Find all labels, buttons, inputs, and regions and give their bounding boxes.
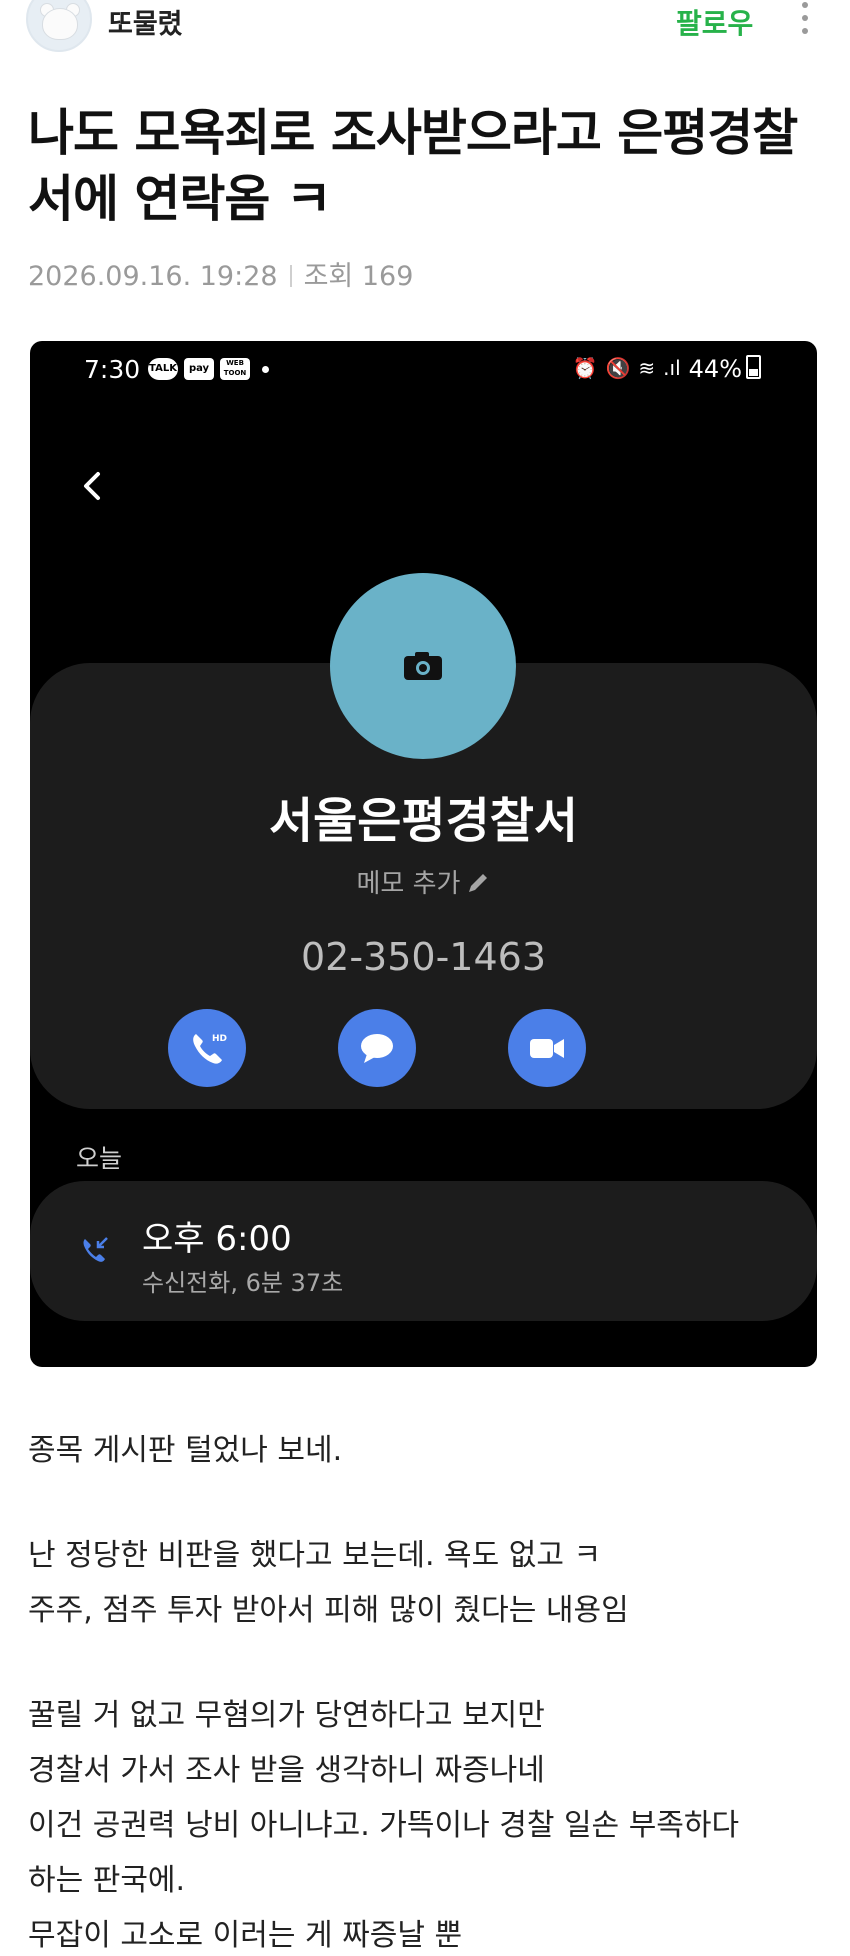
body-line-9: 하는 판국에.	[28, 1863, 186, 1898]
body-line-8: 이건 공권력 낭비 아니냐고. 가뜩이나 경찰 일손 부족하다	[28, 1808, 740, 1843]
add-memo-button[interactable]: 메모 추가	[30, 863, 817, 900]
history-section-label: 오늘	[76, 1144, 123, 1173]
contact-name: 서울은평경찰서	[268, 793, 579, 849]
alarm-icon: ⏰	[572, 356, 598, 380]
back-icon[interactable]	[76, 469, 110, 503]
webtoon-icon: WEB TOON	[220, 358, 250, 380]
battery-icon	[746, 355, 761, 379]
message-icon	[361, 1034, 393, 1063]
call-history-item[interactable]: 오후 6:00 수신전화, 6분 37초	[30, 1181, 817, 1321]
body-line-6: 꿀릴 거 없고 무혐의가 당연하다고 보지만	[28, 1698, 545, 1733]
video-call-button[interactable]	[508, 1009, 586, 1087]
body-line-3: 난 정당한 비판을 했다고 보는데. 욕도 없고 ㅋ	[28, 1538, 602, 1573]
camera-icon	[404, 652, 442, 680]
pay-icon: pay	[184, 358, 214, 380]
phone-number: 02-350-1463	[300, 935, 546, 979]
follow-button[interactable]: 팔로우	[676, 2, 753, 42]
post-meta: 2026.09.16. 19:28 조회 169	[28, 254, 413, 293]
hd-voice-call-button[interactable]: HD	[168, 1009, 246, 1087]
kakaotalk-icon: TALK	[148, 358, 178, 380]
meta-divider	[289, 265, 292, 287]
video-call-icon	[530, 1039, 564, 1058]
body-line-1: 종목 게시판 털었나 보네.	[28, 1433, 343, 1468]
author-avatar[interactable]	[26, 0, 92, 52]
author-name[interactable]: 또물렸	[108, 2, 183, 41]
wifi-icon: ≋	[638, 356, 656, 380]
body-line-10: 무잡이 고소로 이러는 게 짜증날 뿐	[28, 1918, 463, 1953]
post-title: 나도 모욕죄로 조사받으라고 은평경찰서에 연락옴 ㅋ	[28, 104, 798, 228]
status-bar-app-icons: TALK pay WEB TOON	[148, 358, 269, 384]
call-time: 오후 6:00	[142, 1219, 292, 1259]
signal-icon: .ıl	[663, 356, 681, 380]
embedded-screenshot: 7:30 TALK pay WEB TOON ⏰ 🔇 ≋ .ıl 44% 서울은평경찰서 메…	[30, 341, 817, 1367]
svg-text:HD: HD	[212, 1034, 227, 1044]
battery-level: 44%	[688, 355, 742, 383]
body-line-7: 경찰서 가서 조사 받을 생각하니 짜증나네	[28, 1753, 545, 1788]
incoming-call-icon	[83, 1237, 108, 1262]
body-line-4: 주주, 점주 투자 받아서 피해 많이 줬다는 내용임	[28, 1593, 629, 1628]
post-views: 조회 169	[303, 261, 414, 292]
status-bar-time: 7:30	[84, 355, 141, 384]
memo-label: 메모 추가	[356, 869, 461, 899]
call-detail: 수신전화, 6분 37초	[142, 1269, 344, 1297]
more-options-icon[interactable]	[798, 2, 812, 42]
hd-voice-call-icon: HD	[193, 1034, 227, 1064]
post-date: 2026.09.16. 19:28	[28, 261, 278, 292]
status-bar-right: ⏰ 🔇 ≋ .ıl 44%	[573, 355, 761, 383]
message-button[interactable]	[338, 1009, 416, 1087]
avatar-bear	[42, 8, 78, 40]
author-bar: 또물렸 팔로우	[0, 0, 850, 52]
pencil-icon	[469, 874, 488, 892]
notification-dot	[262, 365, 269, 373]
contact-photo[interactable]	[330, 573, 516, 759]
mute-icon: 🔇	[605, 356, 631, 380]
